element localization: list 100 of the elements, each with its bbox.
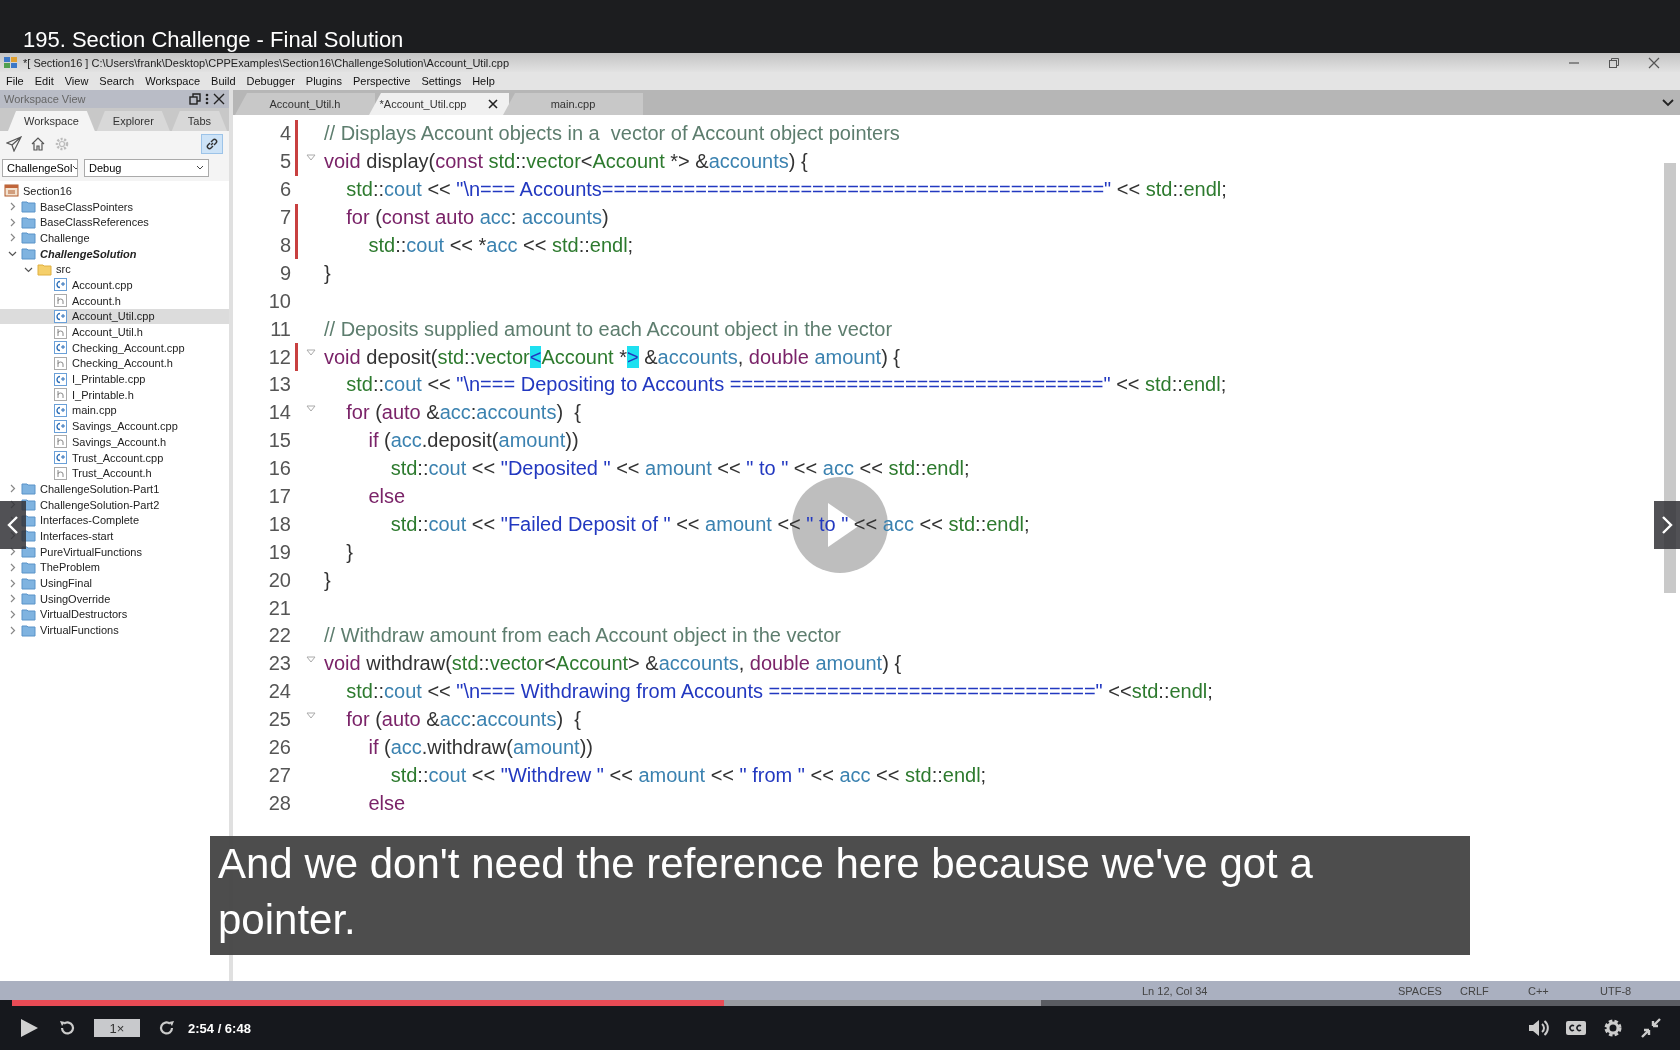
cpp-file-icon bbox=[53, 308, 68, 324]
more-icon[interactable] bbox=[205, 93, 209, 105]
menu-item[interactable]: Perspective bbox=[352, 75, 411, 87]
panel-tab[interactable]: Explorer bbox=[96, 111, 170, 131]
line-number: 21 bbox=[267, 596, 291, 620]
settings-icon[interactable] bbox=[1602, 1017, 1624, 1039]
menu-item[interactable]: File bbox=[6, 75, 24, 87]
app-icon bbox=[4, 56, 18, 69]
exit-fullscreen-icon[interactable] bbox=[1640, 1017, 1662, 1039]
code-line: std::cout << "Failed Deposit of " << amount << " to " << acc << std::endl; bbox=[389, 512, 1030, 536]
tree-item[interactable]: Section16 bbox=[0, 183, 229, 199]
line-number: 7 bbox=[278, 206, 291, 230]
chevron-down-icon[interactable] bbox=[1662, 98, 1674, 107]
tree-item[interactable]: Trust_Account.h bbox=[0, 465, 229, 482]
close-icon[interactable] bbox=[488, 99, 499, 109]
panel-tab[interactable]: Tabs bbox=[171, 111, 228, 131]
tree-item[interactable]: Account.cpp bbox=[0, 277, 229, 293]
folder-icon bbox=[21, 544, 36, 560]
code-line: std::cout << "\n=== Depositing to Accounts ================================" << std::endl; bbox=[345, 373, 1227, 397]
menu-item[interactable]: Settings bbox=[421, 75, 462, 87]
restore-icon[interactable] bbox=[189, 93, 201, 105]
speed-button[interactable]: 1× bbox=[94, 1019, 140, 1037]
code-line: std::cout << "Withdrew " << amount << " from " << acc << std::endl; bbox=[389, 763, 987, 787]
tree-item[interactable]: I_Printable.h bbox=[0, 386, 229, 403]
code-line: std::cout << "Deposited " << amount << " to " << acc << std::endl; bbox=[389, 457, 970, 481]
home-icon[interactable] bbox=[30, 136, 46, 152]
file-tab[interactable]: Account_Util.h bbox=[235, 93, 375, 115]
menu-item[interactable]: Edit bbox=[34, 75, 54, 87]
header-file-icon bbox=[53, 355, 68, 371]
status-text: UTF-8 bbox=[1600, 984, 1632, 997]
tree-item[interactable]: BaseClassPointers bbox=[0, 198, 229, 215]
tree-item[interactable]: Account_Util.cpp bbox=[0, 308, 229, 325]
tree-item[interactable]: Savings_Account.h bbox=[0, 434, 229, 450]
folder-icon bbox=[21, 230, 36, 246]
tree-item[interactable]: TheProblem bbox=[0, 559, 229, 576]
tree-item[interactable]: Account_Util.h bbox=[0, 324, 229, 340]
folder-icon bbox=[21, 246, 36, 262]
cpp-file-icon bbox=[53, 402, 68, 418]
tree-item[interactable]: Challenge bbox=[0, 230, 229, 246]
menu-item[interactable]: View bbox=[64, 75, 89, 87]
tree-item[interactable]: BaseClassReferences bbox=[0, 214, 229, 231]
chevron-down-icon[interactable] bbox=[8, 249, 17, 259]
menu-item[interactable]: Help bbox=[472, 75, 495, 87]
tree-item[interactable]: Trust_Account.cpp bbox=[0, 449, 229, 466]
chevron-right-icon[interactable] bbox=[1661, 515, 1673, 535]
play-icon[interactable] bbox=[18, 1017, 40, 1039]
tree-item[interactable]: VirtualDestructors bbox=[0, 606, 229, 623]
caret-icon[interactable] bbox=[196, 165, 204, 171]
header-file-icon bbox=[53, 293, 68, 309]
line-number: 25 bbox=[267, 708, 291, 732]
config-dropdown[interactable]: Debug bbox=[84, 159, 209, 177]
tree-item[interactable]: Savings_Account.cpp bbox=[0, 418, 229, 434]
tree-item[interactable]: main.cpp bbox=[0, 402, 229, 419]
file-tab[interactable]: main.cpp bbox=[503, 93, 643, 115]
menu-item[interactable]: Build bbox=[211, 75, 236, 87]
line-number: 20 bbox=[267, 568, 291, 592]
tree-item[interactable]: PureVirtualFunctions bbox=[0, 543, 229, 560]
rewind-icon[interactable] bbox=[58, 1019, 76, 1037]
tree-item[interactable]: src bbox=[0, 261, 229, 278]
line-number: 14 bbox=[267, 401, 291, 425]
panel-tab[interactable]: Workspace bbox=[8, 111, 95, 131]
code-line: std::cout << *acc << std::endl; bbox=[367, 234, 634, 257]
tree-item[interactable]: UsingFinal bbox=[0, 575, 229, 591]
menu-item[interactable]: Plugins bbox=[305, 75, 342, 87]
forward-icon[interactable] bbox=[158, 1019, 176, 1037]
tree-item[interactable]: ChallengeSolution-Part1 bbox=[0, 481, 229, 497]
header-file-icon bbox=[53, 465, 68, 481]
tree-item[interactable]: I_Printable.cpp bbox=[0, 371, 229, 387]
volume-icon[interactable] bbox=[1528, 1018, 1550, 1038]
chevron-left-icon[interactable] bbox=[7, 515, 19, 535]
tree-item[interactable]: VirtualFunctions bbox=[0, 622, 229, 638]
line-number: 11 bbox=[269, 317, 291, 341]
captions-button[interactable] bbox=[1566, 1021, 1586, 1035]
previous-lecture-overlay[interactable] bbox=[0, 501, 26, 549]
file-tab[interactable]: *Account_Util.cpp bbox=[369, 93, 509, 115]
code-line: // Deposits supplied amount to each Account object in the vector bbox=[324, 317, 893, 341]
restore-icon[interactable] bbox=[1608, 56, 1620, 69]
project-dropdown[interactable]: ChallengeSol bbox=[2, 159, 78, 177]
line-number: 19 bbox=[267, 540, 291, 564]
cpp-file-icon bbox=[53, 371, 68, 387]
line-number: 23 bbox=[267, 652, 291, 676]
tree-item[interactable]: Checking_Account.cpp bbox=[0, 339, 229, 356]
menu-item[interactable]: Debugger bbox=[246, 75, 295, 87]
next-lecture-overlay[interactable] bbox=[1654, 501, 1680, 549]
code-line: std::cout << "\n=== Accounts===========================================" << std::endl; bbox=[345, 178, 1227, 202]
folder-icon bbox=[21, 481, 36, 497]
status-text: C++ bbox=[1528, 984, 1550, 997]
tree-item[interactable]: Account.h bbox=[0, 292, 229, 309]
close-icon[interactable] bbox=[213, 93, 225, 105]
code-line: void withdraw(std::vector<Account> &accounts, double amount) { bbox=[324, 652, 902, 676]
tree-item[interactable]: UsingOverride bbox=[0, 590, 229, 607]
header-file-icon bbox=[53, 434, 68, 450]
line-number: 13 bbox=[267, 373, 291, 397]
folder-icon bbox=[37, 261, 52, 277]
paper-plane-icon[interactable] bbox=[6, 136, 22, 152]
tree-item[interactable]: ChallengeSolution bbox=[0, 245, 229, 262]
tree-item[interactable]: Checking_Account.h bbox=[0, 355, 229, 372]
window-title: *[ Section16 ] C:\Users\frank\Desktop\CPPExamples\Section16\ChallengeSolution\Account_Util.cpp bbox=[23, 56, 510, 69]
menu-item[interactable]: Workspace bbox=[145, 75, 201, 87]
menu-item[interactable]: Search bbox=[99, 75, 135, 87]
